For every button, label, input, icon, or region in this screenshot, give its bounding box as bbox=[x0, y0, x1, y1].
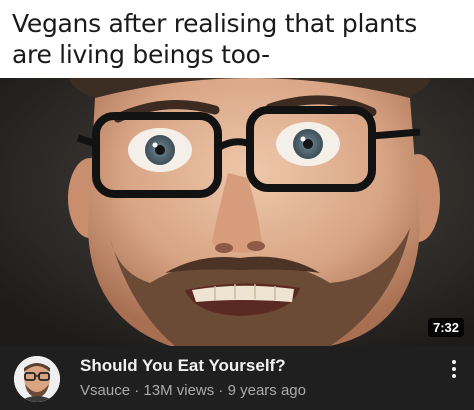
video-info-bar: Should You Eat Yourself? Vsauce · 13M vi… bbox=[0, 346, 474, 410]
vertical-ellipsis-icon[interactable] bbox=[444, 356, 464, 382]
video-meta: Vsauce · 13M views · 9 years ago bbox=[80, 382, 306, 399]
meta-separator: · bbox=[134, 382, 140, 399]
avatar-image bbox=[14, 356, 60, 402]
upload-age: 9 years ago bbox=[227, 382, 306, 399]
video-title[interactable]: Should You Eat Yourself? bbox=[80, 356, 286, 376]
video-duration: 7:32 bbox=[427, 318, 464, 337]
meta-separator: · bbox=[218, 382, 224, 399]
channel-avatar[interactable] bbox=[14, 356, 60, 402]
dot bbox=[452, 360, 456, 364]
meme-caption-area: Vegans after realising that plants are l… bbox=[0, 0, 474, 78]
video-thumbnail[interactable]: 7:32 bbox=[0, 78, 474, 346]
channel-name[interactable]: Vsauce bbox=[80, 382, 130, 399]
dot bbox=[452, 367, 456, 371]
meme-caption: Vegans after realising that plants are l… bbox=[12, 9, 417, 69]
thumbnail-image bbox=[0, 78, 474, 346]
view-count: 13M views bbox=[143, 382, 215, 399]
dot bbox=[452, 374, 456, 378]
